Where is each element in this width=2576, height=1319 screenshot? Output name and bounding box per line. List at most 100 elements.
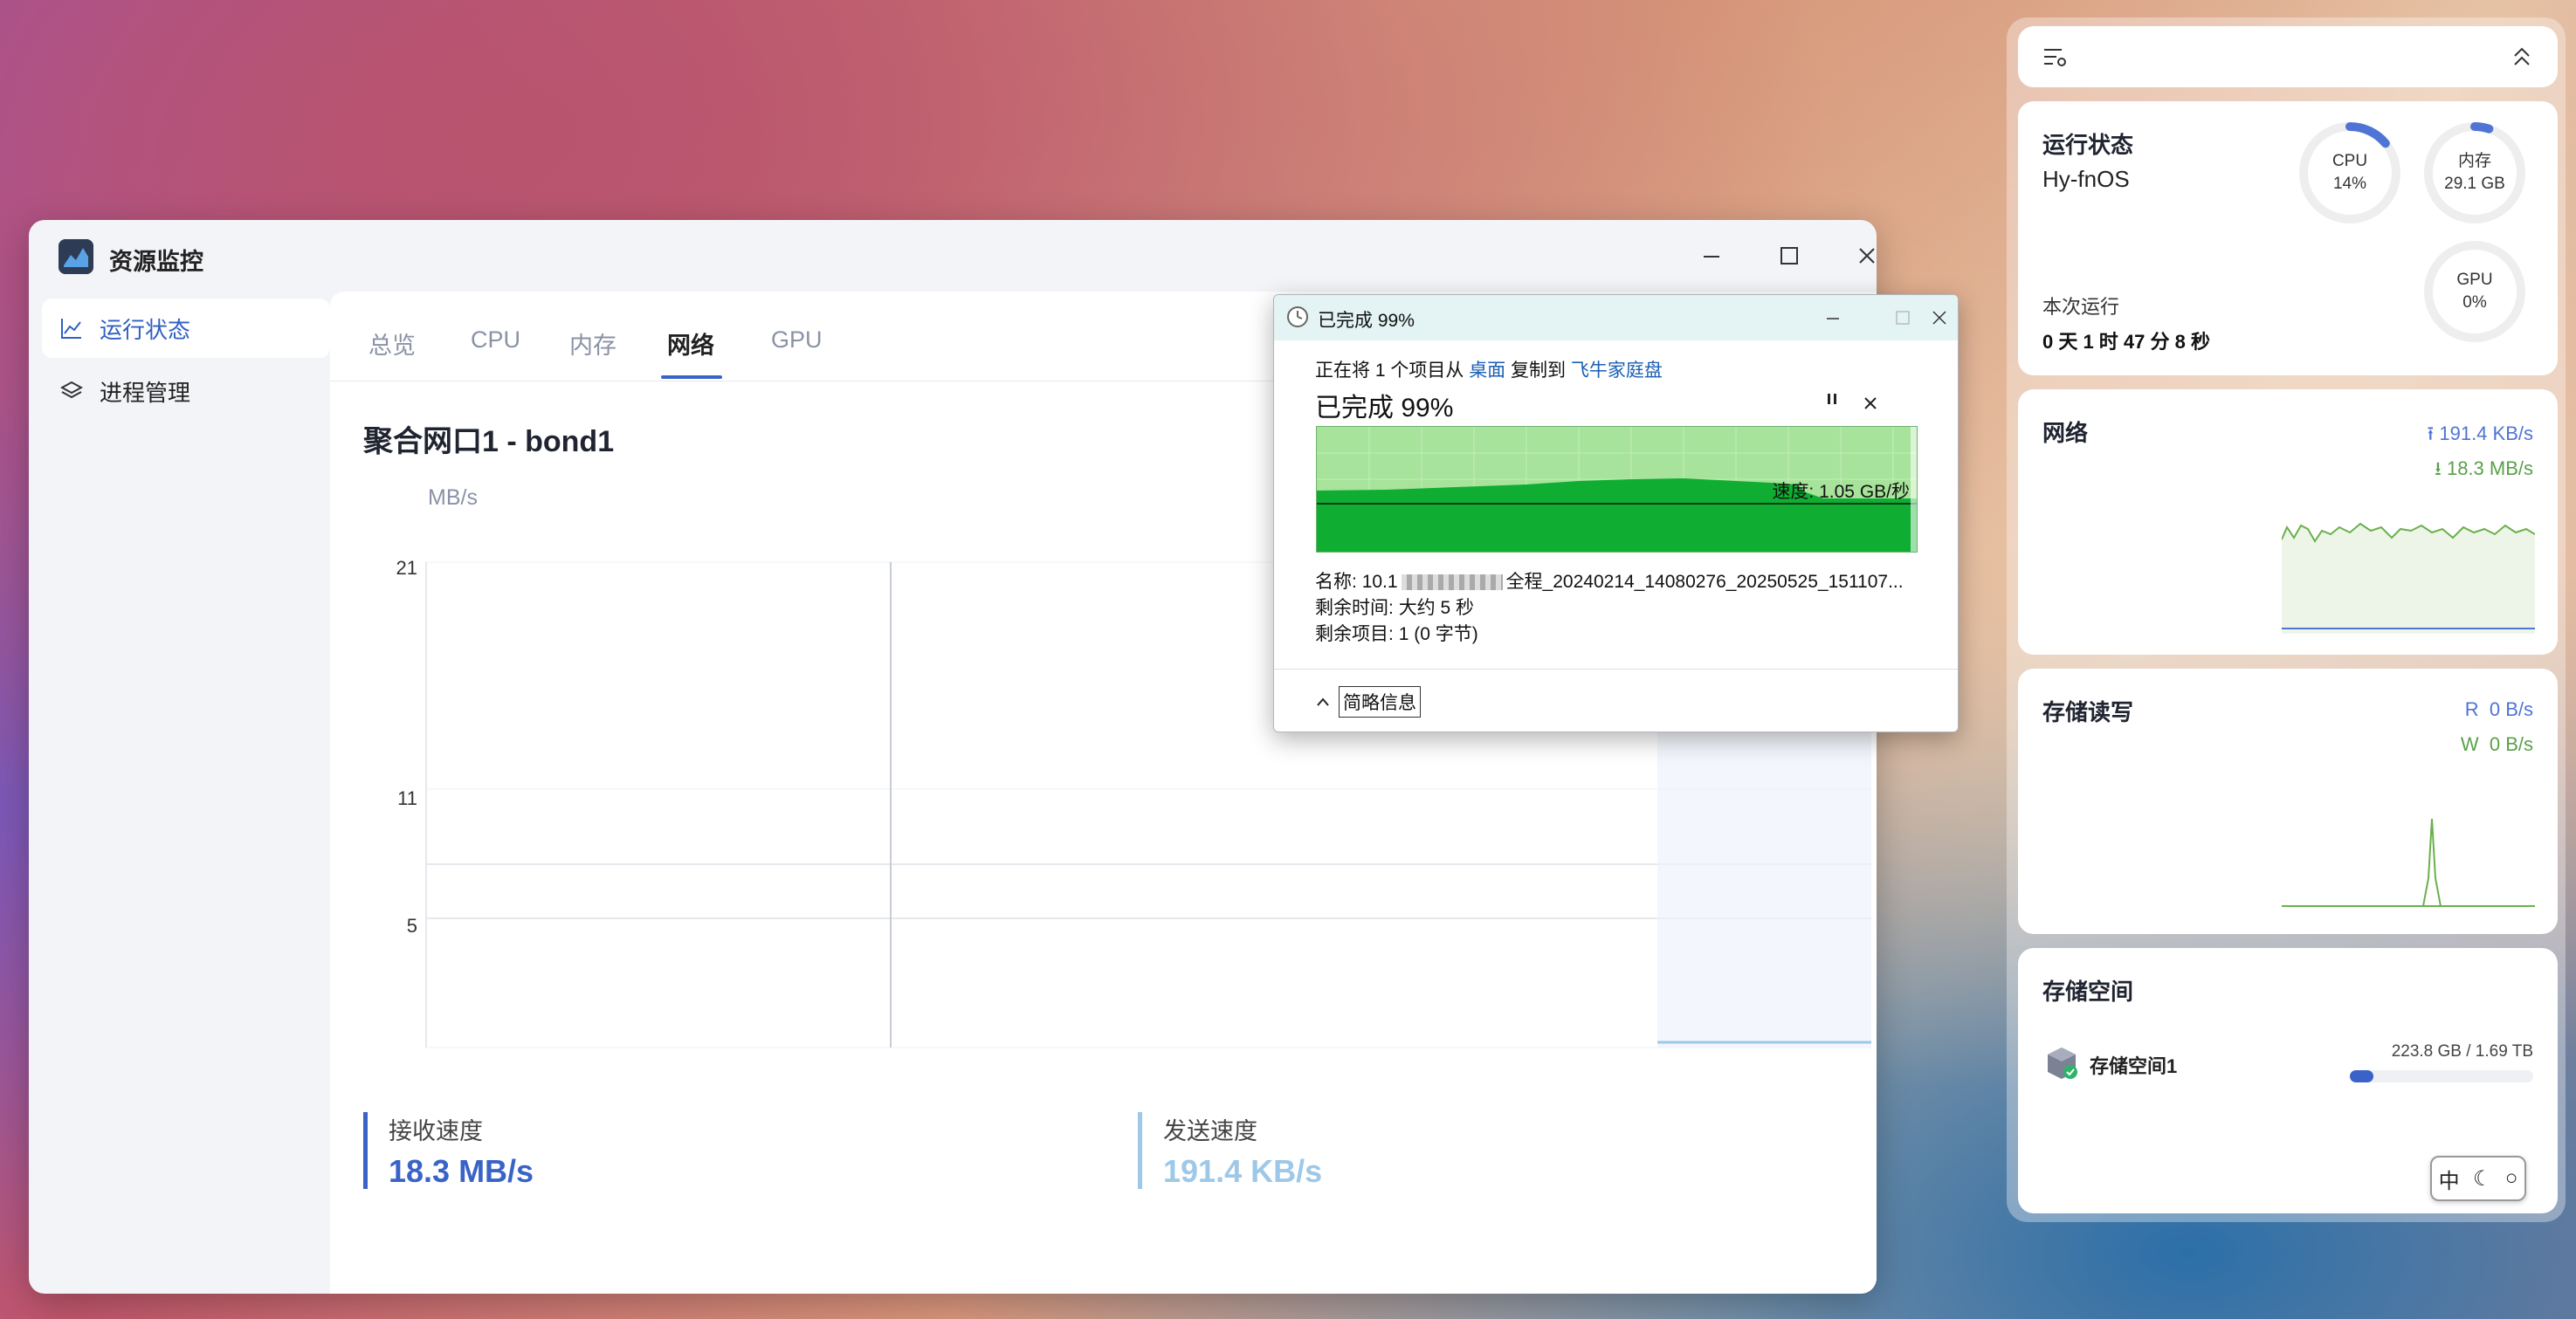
sidebar-item-processes[interactable]: 进程管理 — [42, 361, 330, 421]
cpu-gauge: CPU 14% — [2297, 120, 2402, 225]
close-icon — [1859, 248, 1875, 264]
dialog-title: 已完成 99% — [1318, 311, 1415, 331]
send-value: 191.4 KB/s — [1163, 1153, 1323, 1189]
send-label: 发送速度 — [1163, 1118, 1257, 1144]
gpu-value: 0% — [2462, 293, 2487, 312]
name-suffix: 全程_20240214_14080276_20250525_151107... — [1505, 572, 1904, 592]
dialog-title-bar: 已完成 99% — [1274, 295, 1958, 340]
memory-value: 29.1 GB — [2444, 175, 2505, 193]
progress-percent: 已完成 99% — [1315, 394, 1454, 422]
redacted-block — [1401, 574, 1503, 591]
maximize-button[interactable] — [1769, 236, 1809, 276]
upload-icon: ⭱ — [2427, 422, 2435, 444]
app-icon — [59, 239, 93, 274]
tab-cpu[interactable]: CPU — [471, 326, 520, 354]
memory-label: 内存 — [2457, 152, 2491, 171]
title-bar: 资源监控 — [29, 220, 1877, 292]
clock-icon — [1286, 306, 1309, 328]
ime-indicator[interactable]: 中 ☾ ○ — [2430, 1156, 2526, 1201]
time-remaining-row: 剩余时间: 大约 5 秒 — [1315, 594, 1474, 620]
close-icon — [1932, 311, 1946, 325]
copy-desc-mid: 复制到 — [1505, 361, 1571, 381]
layers-icon — [59, 379, 84, 403]
time-value: 大约 5 秒 — [1398, 598, 1475, 618]
copy-description: 正在将 1 个项目从 桌面 复制到 飞牛家庭盘 — [1315, 356, 1663, 382]
widget-settings-icon[interactable] — [2042, 45, 2069, 72]
storage-usage-fill — [2350, 1070, 2374, 1082]
items-remaining-row: 剩余项目: 1 (0 字节) — [1315, 620, 1478, 646]
uptime-value: 0 天 1 时 47 分 8 秒 — [2042, 331, 2210, 353]
less-info-toggle[interactable]: 简略信息 — [1316, 686, 1421, 718]
ime-mode: 中 — [2438, 1169, 2460, 1193]
items-value: 1 (0 字节) — [1398, 624, 1478, 644]
speed-label: 速度: 1.05 GB/秒 — [1772, 482, 1910, 502]
storage-title: 存储空间 — [2042, 979, 2134, 1005]
tab-overview[interactable]: 总览 — [368, 326, 416, 361]
app-title: 资源监控 — [109, 249, 203, 275]
items-label: 剩余项目: — [1315, 624, 1394, 644]
storage-usage-bar — [2350, 1070, 2533, 1082]
chart-line-icon — [59, 316, 84, 340]
minimize-button[interactable] — [1691, 236, 1732, 276]
dialog-minimize-button[interactable] — [1815, 300, 1850, 335]
pause-button[interactable] — [1826, 391, 1838, 411]
send-stat: 发送速度 191.4 KB/s — [1138, 1112, 1322, 1189]
less-info-label: 简略信息 — [1339, 686, 1421, 718]
dialog-separator — [1274, 669, 1958, 670]
moon-icon: ☾ — [2472, 1166, 2492, 1191]
write-speed: W 0 B/s — [2461, 733, 2533, 756]
upload-speed: ⭱ 191.4 KB/s — [2428, 419, 2533, 452]
write-value: 0 B/s — [2489, 733, 2533, 755]
status-widget: 运行状态 Hy-fnOS 本次运行 0 天 1 时 47 分 8 秒 CPU 14… — [2018, 101, 2558, 375]
network-sparkline — [2282, 522, 2535, 634]
receive-label: 接收速度 — [389, 1118, 483, 1144]
network-widget: 网络 ⭱ 191.4 KB/s ⭳ 18.3 MB/s — [2018, 389, 2558, 655]
storage-volume-name[interactable]: 存储空间1 — [2090, 1051, 2177, 1079]
chart-unit-label: MB/s — [428, 485, 478, 510]
destination-link[interactable]: 飞牛家庭盘 — [1571, 361, 1663, 381]
file-name-row: 名称: 10.1 全程_20240214_14080276_20250525_15… — [1315, 567, 1904, 594]
maximize-icon — [1780, 247, 1798, 264]
dialog-close-button[interactable] — [1922, 300, 1957, 335]
close-icon — [1864, 397, 1877, 409]
circle-icon: ○ — [2504, 1166, 2518, 1190]
active-tab-indicator — [661, 375, 722, 379]
maximize-icon — [1896, 311, 1910, 325]
cpu-label: CPU — [2331, 152, 2368, 171]
read-speed: R 0 B/s — [2465, 698, 2533, 721]
widget-toolbar — [2018, 26, 2558, 87]
disk-io-title: 存储读写 — [2042, 699, 2134, 725]
minimize-icon — [1827, 318, 1839, 319]
download-speed: ⭳ 18.3 MB/s — [2435, 454, 2533, 487]
dialog-maximize-button[interactable] — [1885, 300, 1920, 335]
download-value: 18.3 MB/s — [2446, 457, 2533, 479]
upload-value: 191.4 KB/s — [2439, 422, 2533, 444]
close-button[interactable] — [1847, 236, 1877, 276]
cpu-value: 14% — [2332, 175, 2367, 193]
sidebar-item-status[interactable]: 运行状态 — [42, 299, 330, 358]
memory-gauge: 内存 29.1 GB — [2422, 120, 2527, 225]
gpu-gauge: GPU 0% — [2422, 239, 2527, 344]
read-label: R — [2464, 698, 2479, 720]
storage-usage-text: 223.8 GB / 1.69 TB — [2391, 1042, 2533, 1061]
minimize-icon — [1704, 256, 1719, 258]
collapse-icon[interactable] — [2512, 45, 2531, 72]
transfer-speed-graph: 速度: 1.05 GB/秒 — [1316, 426, 1918, 553]
tab-memory[interactable]: 内存 — [569, 326, 616, 361]
source-link[interactable]: 桌面 — [1469, 361, 1505, 381]
disk-io-widget: 存储读写 R 0 B/s W 0 B/s — [2018, 669, 2558, 934]
sidebar: 运行状态 进程管理 — [29, 292, 330, 1294]
host-name: Hy-fnOS — [2042, 166, 2130, 192]
tab-network[interactable]: 网络 — [667, 326, 714, 361]
gpu-label: GPU — [2456, 271, 2493, 290]
time-label: 剩余时间: — [1315, 598, 1394, 618]
name-label: 名称: — [1315, 572, 1357, 592]
pause-icon — [1828, 394, 1836, 404]
chevron-up-icon — [1317, 697, 1329, 706]
cancel-copy-button[interactable] — [1849, 386, 1892, 421]
receive-stat: 接收速度 18.3 MB/s — [363, 1112, 534, 1189]
storage-volume-icon — [2044, 1046, 2079, 1085]
tab-gpu[interactable]: GPU — [771, 326, 823, 354]
sidebar-item-label: 进程管理 — [100, 379, 191, 406]
name-value: 10.1 — [1361, 572, 1398, 592]
